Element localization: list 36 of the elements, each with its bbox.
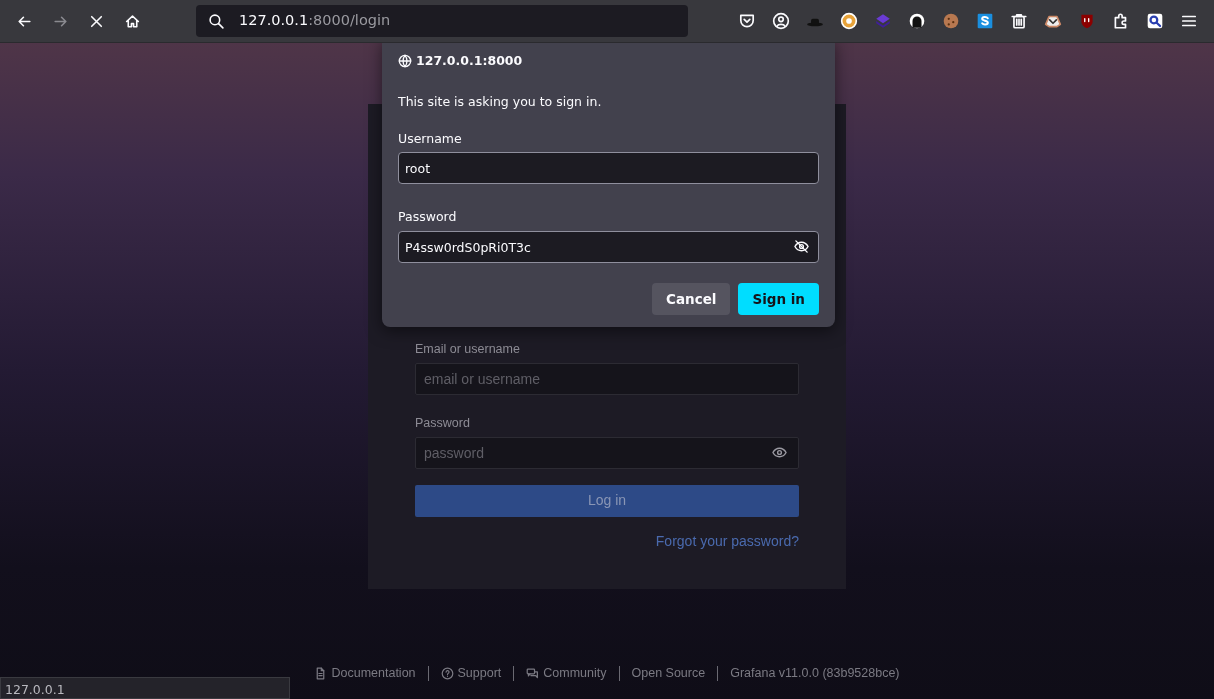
magnifier-tile-icon[interactable] — [1146, 12, 1164, 30]
cancel-button[interactable]: Cancel — [652, 283, 731, 315]
text-field[interactable]: email or username — [415, 362, 799, 395]
chat-icon — [526, 667, 540, 681]
footer-link[interactable]: Open Source — [631, 664, 706, 683]
password-field[interactable]: P4ssw0rdS0pRi0T3c — [398, 231, 819, 263]
home-icon[interactable] — [123, 12, 141, 30]
trash-icon[interactable] — [1010, 12, 1028, 30]
sign-in-button[interactable]: Sign in — [738, 283, 819, 315]
shield-icon[interactable] — [1078, 12, 1096, 30]
account-icon[interactable] — [772, 12, 790, 30]
footer-link[interactable]: Support — [440, 664, 502, 683]
field-label: Email or username — [415, 341, 521, 358]
search-icon — [208, 12, 225, 30]
password-field[interactable]: password — [415, 436, 799, 469]
cookie-icon[interactable] — [942, 12, 960, 30]
s-tile-icon[interactable] — [976, 12, 994, 30]
login-button[interactable]: Log in — [415, 484, 799, 517]
forgot-password-link[interactable]: Forgot your password? — [655, 532, 799, 549]
username-field[interactable]: root — [398, 152, 819, 185]
badge-icon[interactable] — [840, 12, 858, 30]
field-label: Username — [398, 129, 463, 148]
footer-link[interactable]: Documentation — [314, 664, 416, 683]
pocket-icon[interactable] — [738, 12, 756, 30]
status-bar: 127.0.0.1 — [0, 677, 290, 699]
footer-link[interactable]: Community — [526, 664, 607, 683]
address-bar[interactable]: 127.0.0.1:8000/login — [196, 5, 688, 37]
globe-icon — [398, 54, 412, 69]
footer-link[interactable]: Grafana v11.0.0 (83b9528bce) — [730, 664, 900, 683]
field-label: Password — [415, 414, 471, 432]
site-origin: 127.0.0.1:8000 — [416, 52, 523, 70]
url-text: 127.0.0.1:8000/login — [239, 11, 391, 31]
help-icon — [440, 667, 454, 681]
dialog-message: This site is asking you to sign in. — [398, 92, 603, 111]
field-label: Password — [398, 208, 458, 227]
eye-slash-icon[interactable] — [794, 239, 809, 254]
